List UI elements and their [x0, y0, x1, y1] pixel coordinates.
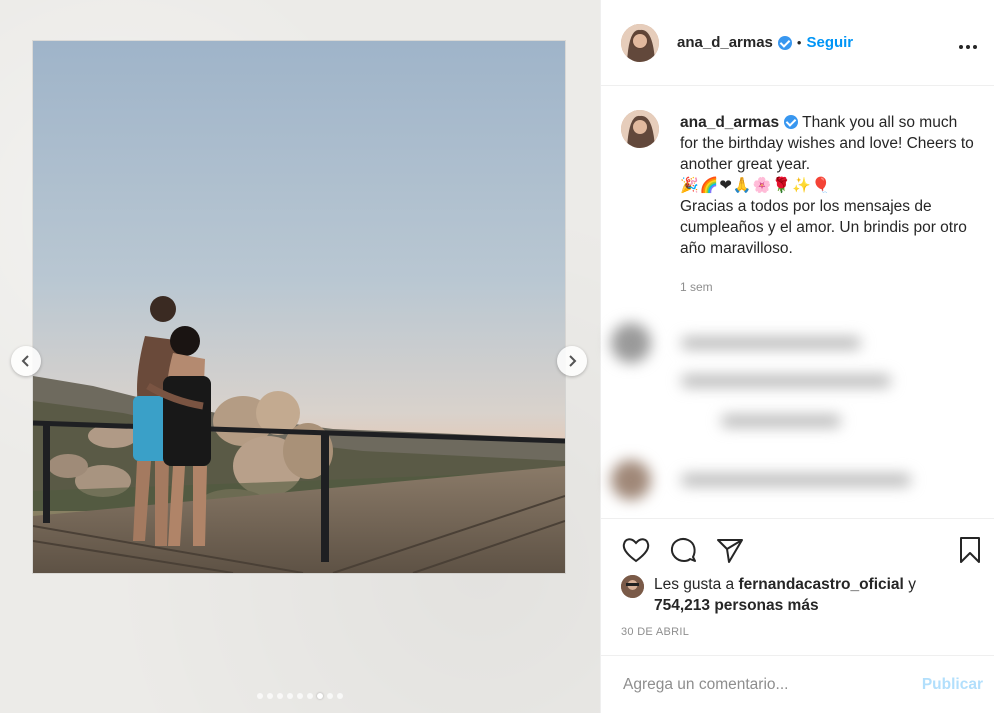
follow-button[interactable]: Seguir — [806, 34, 853, 51]
caption-text-es: Gracias a todos por los mensajes de cump… — [680, 198, 967, 257]
sunset-couple-photo — [33, 41, 565, 573]
verified-badge-icon — [777, 35, 792, 50]
chevron-right-icon — [569, 355, 577, 367]
likes-count-link[interactable]: 754,213 personas más — [654, 597, 819, 614]
share-button[interactable] — [715, 535, 745, 565]
carousel-dot — [337, 693, 343, 699]
carousel-prev-button[interactable] — [11, 346, 41, 376]
liker-avatar[interactable] — [621, 575, 644, 598]
verified-badge-icon — [784, 115, 799, 129]
post-photo[interactable] — [33, 41, 565, 573]
action-bar — [601, 518, 994, 578]
likes-text: Les gusta a fernandacastro_oficial y 754… — [654, 574, 916, 616]
post-header: ana_d_armas • Seguir — [601, 0, 994, 86]
comment-form: Publicar — [601, 655, 994, 713]
heart-icon — [622, 538, 650, 563]
likes-summary: Les gusta a fernandacastro_oficial y 754… — [621, 574, 916, 616]
avatar[interactable] — [621, 23, 659, 62]
likes-prefix: Les gusta a — [654, 576, 735, 593]
media-panel — [0, 0, 600, 713]
post-caption: ana_d_armas Thank you all so much for th… — [601, 86, 994, 298]
caption-emojis: 🎉🌈❤🙏🌸🌹✨🎈 — [680, 177, 832, 194]
username-link[interactable]: ana_d_armas — [677, 34, 773, 51]
carousel-dot — [257, 693, 263, 699]
post-sidebar: ana_d_armas • Seguir ana_d_armas Thank y… — [600, 0, 994, 713]
comment-bubble-icon — [670, 538, 696, 562]
like-button[interactable] — [621, 535, 651, 565]
paper-plane-icon — [717, 539, 743, 563]
carousel-dot — [287, 693, 293, 699]
instagram-post: ana_d_armas • Seguir ana_d_armas Thank y… — [0, 0, 994, 713]
carousel-dot — [317, 693, 323, 699]
liker-username[interactable]: fernandacastro_oficial — [738, 576, 903, 593]
blurred-comments — [611, 305, 994, 515]
save-button[interactable] — [955, 535, 985, 565]
bookmark-icon — [960, 537, 980, 563]
more-options-icon[interactable] — [958, 32, 978, 54]
carousel-dots — [0, 693, 600, 699]
likes-joiner: y — [908, 576, 916, 593]
carousel-dot — [297, 693, 303, 699]
carousel-next-button[interactable] — [557, 346, 587, 376]
carousel-dot — [267, 693, 273, 699]
caption-timestamp[interactable]: 1 sem — [680, 277, 978, 298]
caption-username[interactable]: ana_d_armas — [680, 114, 779, 131]
comment-input[interactable] — [621, 674, 922, 695]
carousel-dot — [327, 693, 333, 699]
carousel-dot — [277, 693, 283, 699]
separator-bullet: • — [796, 35, 802, 50]
chevron-left-icon — [21, 355, 29, 367]
comment-button[interactable] — [668, 535, 698, 565]
avatar[interactable] — [621, 110, 659, 148]
publish-button[interactable]: Publicar — [922, 676, 983, 694]
carousel-dot — [307, 693, 313, 699]
post-date[interactable]: 30 DE ABRIL — [621, 626, 689, 638]
caption-body: ana_d_armas Thank you all so much for th… — [680, 112, 978, 298]
